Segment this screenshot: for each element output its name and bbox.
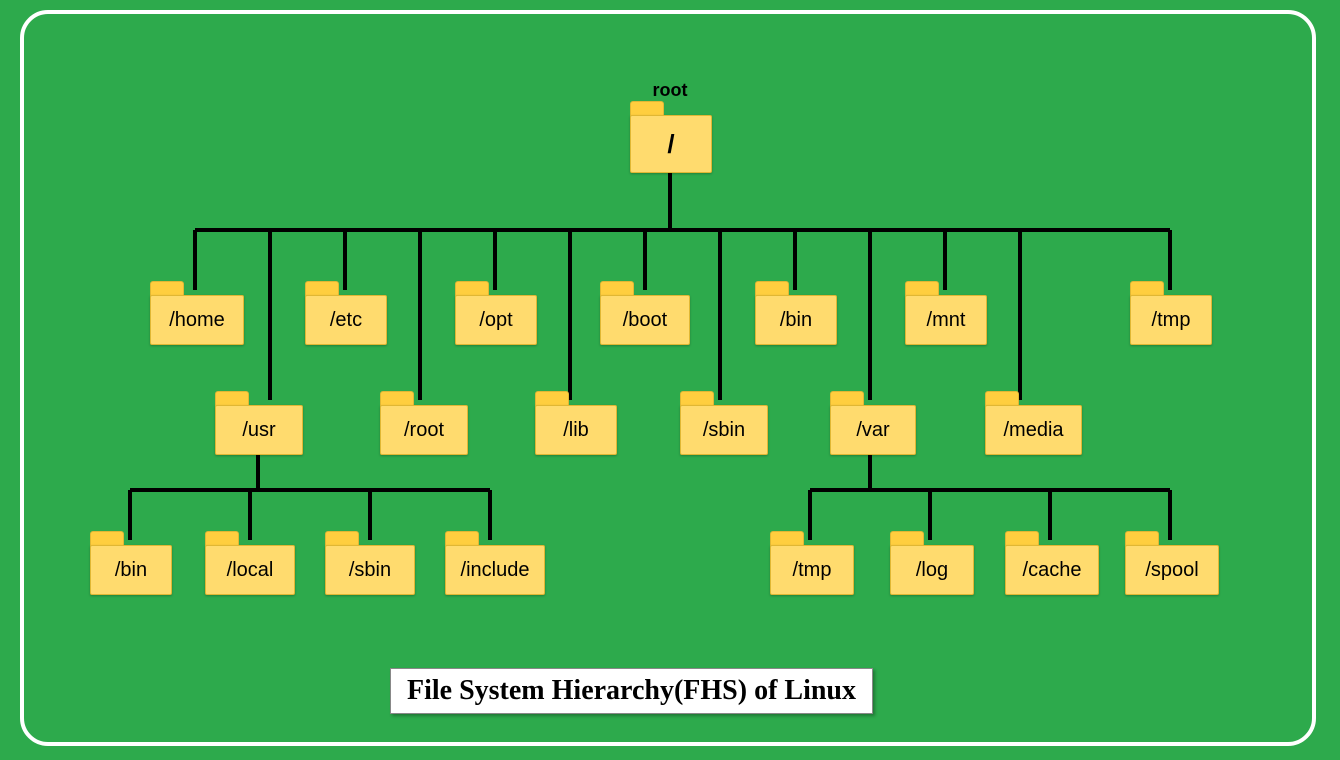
folder-label: /opt xyxy=(479,309,512,332)
folder-label: /tmp xyxy=(1152,309,1191,332)
folder-sbin: /sbin xyxy=(680,405,766,453)
folder-label: /sbin xyxy=(349,559,391,582)
folder-root: / xyxy=(630,115,710,171)
folder-label: /home xyxy=(169,309,225,332)
folder-label: /bin xyxy=(115,559,147,582)
folder-label: /sbin xyxy=(703,419,745,442)
folder-media: /media xyxy=(985,405,1080,453)
folder-var: /var xyxy=(830,405,914,453)
folder-usr-bin: /bin xyxy=(90,545,170,593)
folder-usr: /usr xyxy=(215,405,301,453)
folder-home: /home xyxy=(150,295,242,343)
folder-usr-local: /local xyxy=(205,545,293,593)
folder-var-log: /log xyxy=(890,545,972,593)
folder-label: /media xyxy=(1003,419,1063,442)
folder-etc: /etc xyxy=(305,295,385,343)
folder-var-tmp: /tmp xyxy=(770,545,852,593)
folder-label: /cache xyxy=(1023,559,1082,582)
folder-usr-include: /include xyxy=(445,545,543,593)
folder-root-dir: /root xyxy=(380,405,466,453)
root-caption: root xyxy=(650,80,690,101)
folder-label: /local xyxy=(227,559,274,582)
folder-var-spool: /spool xyxy=(1125,545,1217,593)
folder-label: /root xyxy=(404,419,444,442)
folder-mnt: /mnt xyxy=(905,295,985,343)
folder-tmp: /tmp xyxy=(1130,295,1210,343)
folder-label: /lib xyxy=(563,419,589,442)
folder-label: /boot xyxy=(623,309,667,332)
folder-label: /mnt xyxy=(927,309,966,332)
folder-lib: /lib xyxy=(535,405,615,453)
folder-var-cache: /cache xyxy=(1005,545,1097,593)
folder-label: /include xyxy=(461,559,530,582)
folder-label: /etc xyxy=(330,309,362,332)
diagram-title: File System Hierarchy(FHS) of Linux xyxy=(390,668,873,714)
folder-opt: /opt xyxy=(455,295,535,343)
folder-label: /log xyxy=(916,559,948,582)
folder-label: /spool xyxy=(1145,559,1198,582)
folder-boot: /boot xyxy=(600,295,688,343)
folder-label: /tmp xyxy=(793,559,832,582)
folder-bin: /bin xyxy=(755,295,835,343)
folder-label: /bin xyxy=(780,309,812,332)
folder-label: /usr xyxy=(242,419,275,442)
folder-label: / xyxy=(667,129,674,160)
folder-usr-sbin: /sbin xyxy=(325,545,413,593)
folder-label: /var xyxy=(856,419,889,442)
